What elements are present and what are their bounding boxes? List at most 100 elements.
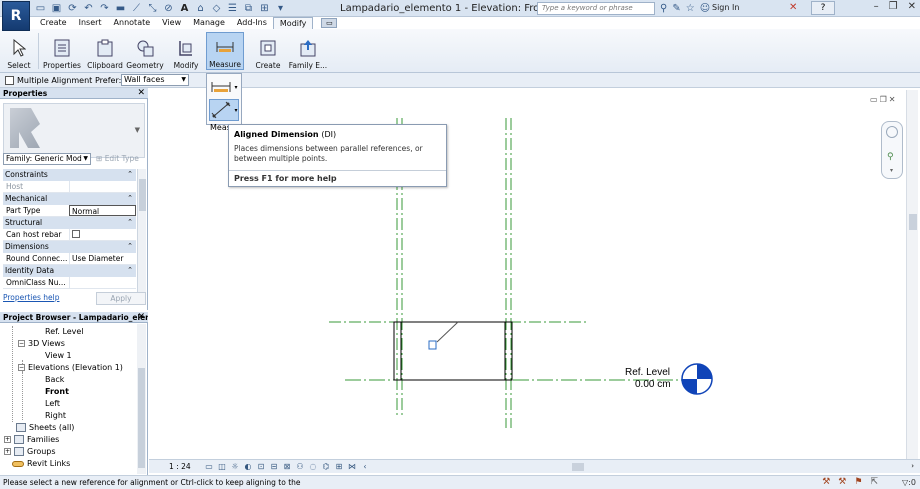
tree-item-ref-level[interactable]: Ref. Level: [45, 327, 84, 336]
highlight-displacement-icon[interactable]: ⊞: [334, 462, 344, 471]
user-icon[interactable]: ☺: [700, 2, 710, 15]
part-type-input[interactable]: Normal: [69, 205, 136, 216]
group-identity-data[interactable]: Identity Data ⌃: [3, 265, 136, 277]
expand-toggle-icon[interactable]: +: [4, 448, 11, 455]
tab-modify[interactable]: Modify: [272, 17, 314, 29]
binoculars-icon[interactable]: ⚲: [660, 2, 667, 15]
zoom-icon[interactable]: ⚲: [887, 152, 894, 162]
level-head[interactable]: [681, 363, 713, 395]
horizontal-scroll-thumb[interactable]: [572, 463, 584, 471]
minimize-icon[interactable]: ▭: [870, 95, 880, 104]
restore-icon[interactable]: ❐: [880, 95, 889, 104]
properties-button[interactable]: Properties: [42, 32, 82, 70]
lock-view-icon[interactable]: ⊠: [282, 462, 292, 471]
customize-qat-icon[interactable]: ▾: [274, 2, 287, 15]
scroll-left-icon[interactable]: ‹: [360, 462, 370, 471]
level-name[interactable]: Ref. Level: [625, 367, 670, 378]
crop-view-icon[interactable]: ⊡: [256, 462, 266, 471]
tree-item-revit-links[interactable]: Revit Links: [12, 459, 70, 468]
select-button[interactable]: Select: [4, 32, 34, 70]
tree-item-right[interactable]: Right: [45, 411, 66, 420]
dimension-icon[interactable]: ⤡: [146, 2, 159, 15]
tree-item-view-1[interactable]: View 1: [45, 351, 72, 360]
family-select[interactable]: Family: Generic Mod ▼: [3, 153, 91, 165]
can-host-rebar-checkbox[interactable]: [72, 230, 80, 238]
create-button[interactable]: Create: [252, 32, 284, 70]
measure-button[interactable]: Measure: [206, 32, 244, 70]
measure-icon[interactable]: ⟋: [130, 2, 143, 15]
close-icon[interactable]: ✕: [137, 312, 145, 322]
aligned-dimension-item[interactable]: ▾: [209, 99, 239, 121]
redo-icon[interactable]: ↷: [98, 2, 111, 15]
open-icon[interactable]: ▭: [34, 2, 47, 15]
properties-help-link[interactable]: Properties help: [3, 293, 60, 302]
analytical-icon[interactable]: ⌬: [321, 462, 331, 471]
edit-type-button[interactable]: ⊞ Edit Type: [96, 154, 139, 163]
properties-scrollbar[interactable]: [137, 169, 146, 294]
group-dimensions[interactable]: Dimensions ⌃: [3, 241, 136, 253]
minimize-icon[interactable]: –: [874, 1, 879, 12]
select-underlay-icon[interactable]: ⚒: [838, 477, 846, 487]
show-crop-icon[interactable]: ⊟: [269, 462, 279, 471]
temporary-hide-icon[interactable]: ⚇: [295, 462, 305, 471]
tab-insert[interactable]: Insert: [73, 17, 108, 29]
help-button[interactable]: ?: [811, 1, 835, 15]
group-constraints[interactable]: Constraints ⌃: [3, 169, 136, 181]
type-selector-preview[interactable]: ▼: [3, 103, 145, 158]
close-icon[interactable]: ✕: [889, 95, 898, 104]
tree-item-back[interactable]: Back: [45, 375, 64, 384]
subscription-icon[interactable]: ✎: [672, 2, 680, 15]
level-elevation[interactable]: 0.00 cm: [635, 379, 671, 390]
apply-button[interactable]: Apply: [96, 292, 146, 305]
scrollbar-thumb[interactable]: [909, 214, 917, 230]
search-input[interactable]: Type a keyword or phrase: [537, 2, 655, 15]
sync-icon[interactable]: ⟳: [66, 2, 79, 15]
save-icon[interactable]: ▣: [50, 2, 63, 15]
tree-item-3d-views[interactable]: −3D Views: [18, 339, 65, 348]
group-mechanical[interactable]: Mechanical ⌃: [3, 193, 136, 205]
scroll-right-icon[interactable]: ›: [911, 462, 914, 470]
collapse-toggle-icon[interactable]: −: [18, 340, 25, 347]
tree-item-families[interactable]: + Families: [4, 435, 59, 444]
family-editor-button[interactable]: Family E...: [288, 32, 328, 70]
scrollbar-thumb[interactable]: [138, 368, 145, 468]
tree-item-groups[interactable]: + Groups: [4, 447, 56, 456]
tree-item-elevations[interactable]: − Elevations (Elevation 1): [18, 363, 123, 372]
prefer-select[interactable]: Wall faces ▼: [121, 74, 189, 86]
lock-icon[interactable]: [428, 340, 437, 350]
vertical-scrollbar[interactable]: [906, 90, 918, 459]
switch-windows-icon[interactable]: ⊞: [258, 2, 271, 15]
geometry-button[interactable]: Geometry: [126, 32, 164, 70]
close-icon[interactable]: ✕: [908, 1, 916, 12]
text-icon[interactable]: A: [178, 2, 191, 15]
select-by-face-icon[interactable]: ⇱: [870, 477, 878, 487]
thin-lines-icon[interactable]: ☰: [226, 2, 239, 15]
sign-in-button[interactable]: Sign In: [712, 3, 739, 12]
tab-view[interactable]: View: [156, 17, 187, 29]
select-pinned-icon[interactable]: ⚑: [854, 477, 862, 487]
collapse-toggle-icon[interactable]: −: [18, 364, 25, 371]
multiple-alignment-checkbox[interactable]: [5, 76, 14, 85]
clipboard-button[interactable]: Clipboard: [86, 32, 124, 70]
visual-style-icon[interactable]: ◫: [217, 462, 227, 471]
measure-between-references-item[interactable]: ▾: [209, 76, 239, 98]
select-links-icon[interactable]: ⚒: [822, 477, 830, 487]
print-icon[interactable]: ▬: [114, 2, 127, 15]
tree-item-sheets[interactable]: Sheets (all): [16, 423, 74, 432]
tag-icon[interactable]: ⊘: [162, 2, 175, 15]
ribbon-minimize-button[interactable]: ▭: [321, 18, 338, 28]
tree-item-front[interactable]: Front: [45, 387, 69, 396]
restore-icon[interactable]: ❐: [889, 1, 898, 12]
tree-item-left[interactable]: Left: [45, 399, 60, 408]
property-value[interactable]: Use Diameter: [69, 253, 136, 264]
chevron-down-icon[interactable]: ▾: [890, 167, 893, 174]
3d-view-icon[interactable]: ⌂: [194, 2, 207, 15]
sun-path-icon[interactable]: ☼: [230, 462, 240, 471]
tab-create[interactable]: Create: [34, 17, 73, 29]
family-geometry[interactable]: [393, 321, 513, 381]
modify-button[interactable]: Modify: [168, 32, 204, 70]
tab-add-ins[interactable]: Add-Ins: [231, 17, 273, 29]
steering-wheel-icon[interactable]: [886, 126, 898, 138]
detail-level-icon[interactable]: ▭: [204, 462, 214, 471]
shadows-icon[interactable]: ◐: [243, 462, 253, 471]
